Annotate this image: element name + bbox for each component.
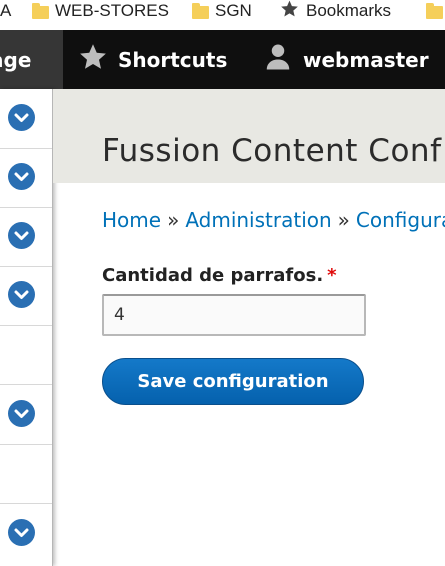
star-icon bbox=[78, 42, 108, 77]
sidebar-item[interactable] bbox=[0, 148, 52, 208]
save-configuration-button[interactable]: Save configuration bbox=[102, 358, 364, 405]
sidebar-item[interactable] bbox=[0, 503, 52, 565]
breadcrumb-separator: » bbox=[167, 208, 180, 232]
chevron-down-icon[interactable] bbox=[8, 163, 35, 190]
bookmark-folder[interactable]: Bookmarks bbox=[279, 0, 391, 22]
bookmark-folder[interactable]: WEB-STORES bbox=[32, 0, 169, 22]
bookmark-label: Bookmarks bbox=[306, 1, 392, 20]
breadcrumb: Home»Administration»Configurat bbox=[102, 208, 445, 232]
sidebar-item[interactable] bbox=[0, 325, 52, 385]
shortcuts-label: Shortcuts bbox=[118, 47, 228, 72]
user-label: webmaster bbox=[303, 47, 429, 72]
chevron-down-icon[interactable] bbox=[8, 104, 35, 131]
star-icon bbox=[279, 0, 300, 23]
required-marker: * bbox=[327, 265, 337, 286]
sidebar-item[interactable] bbox=[0, 207, 52, 267]
bookmark-folder[interactable]: SGN bbox=[192, 0, 252, 22]
toolbar-user[interactable]: webmaster bbox=[263, 30, 429, 89]
chevron-down-icon[interactable] bbox=[8, 222, 35, 249]
folder-icon bbox=[426, 2, 443, 19]
bookmark-label: WEB-STORES bbox=[55, 1, 169, 20]
field-label: Cantidad de parrafos. * bbox=[102, 265, 337, 286]
bookmark-folder[interactable] bbox=[426, 0, 443, 22]
sidebar-item[interactable] bbox=[0, 444, 52, 504]
page-title: Fussion Content Conf bbox=[102, 133, 442, 169]
user-icon bbox=[263, 42, 293, 77]
bookmarks-bar: A WEB-STORES SGN Bookmarks bbox=[0, 0, 445, 30]
breadcrumb-administration-link[interactable]: Administration bbox=[185, 208, 331, 232]
manage-label: age bbox=[0, 47, 32, 72]
breadcrumb-configuration-link[interactable]: Configurat bbox=[356, 208, 445, 232]
chevron-down-icon[interactable] bbox=[8, 519, 35, 546]
bookmark-label: A bbox=[0, 1, 12, 20]
field-label-text: Cantidad de parrafos. bbox=[102, 265, 324, 286]
toolbar-manage[interactable]: age bbox=[0, 30, 63, 89]
chevron-down-icon[interactable] bbox=[8, 400, 35, 427]
bookmark-label: SGN bbox=[215, 1, 252, 20]
sidebar-item[interactable] bbox=[0, 384, 52, 445]
breadcrumb-home-link[interactable]: Home bbox=[102, 208, 161, 232]
sidebar-menu bbox=[0, 89, 53, 566]
cantidad-parrafos-input[interactable] bbox=[102, 294, 366, 336]
breadcrumb-separator: » bbox=[337, 208, 350, 232]
sidebar-item[interactable] bbox=[0, 89, 52, 149]
toolbar-shortcuts[interactable]: Shortcuts bbox=[78, 30, 227, 89]
folder-icon bbox=[192, 2, 209, 19]
admin-toolbar: age Shortcuts webmaster bbox=[0, 30, 445, 89]
chevron-down-icon[interactable] bbox=[8, 281, 35, 308]
bookmark-item[interactable]: A bbox=[0, 0, 11, 22]
sidebar-item[interactable] bbox=[0, 266, 52, 326]
folder-icon bbox=[32, 2, 49, 19]
